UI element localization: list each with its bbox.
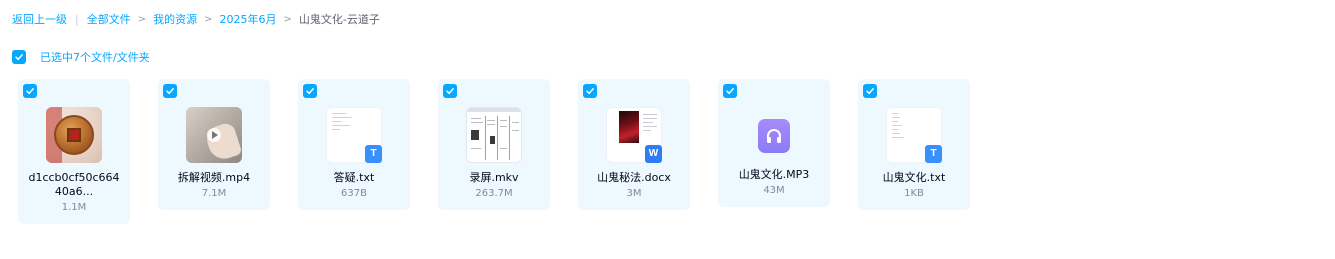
selection-count-label: 已选中7个文件/文件夹: [40, 51, 150, 64]
file-card[interactable]: 录屏.mkv 263.7M: [438, 79, 550, 210]
file-size: 3M: [626, 188, 642, 199]
check-icon: [306, 88, 314, 95]
file-name: 拆解视频.mp4: [177, 171, 251, 184]
check-icon: [15, 54, 23, 61]
file-size: 637B: [341, 188, 367, 199]
breadcrumb-divider: |: [75, 12, 79, 26]
txt-file-icon: T: [365, 145, 382, 163]
headphones-icon: [758, 119, 790, 153]
file-checkbox[interactable]: [163, 84, 177, 98]
breadcrumb-2025-june[interactable]: 2025年6月: [220, 11, 277, 27]
file-card[interactable]: T 山鬼文化.txt 1KB: [858, 79, 970, 210]
check-icon: [446, 88, 454, 95]
file-grid: d1ccb0cf50c664 40a6... 1.1M 拆解视频.mp4 7.1…: [18, 79, 970, 224]
chevron-right-icon: >: [137, 13, 147, 25]
audio-thumbnail: [746, 107, 802, 163]
file-card[interactable]: 山鬼文化.MP3 43M: [718, 79, 830, 207]
file-size: 43M: [763, 185, 785, 196]
file-name: d1ccb0cf50c664 40a6...: [28, 171, 120, 198]
file-card[interactable]: 拆解视频.mp4 7.1M: [158, 79, 270, 210]
file-size: 1.1M: [61, 202, 87, 213]
video-thumbnail: [186, 107, 242, 163]
word-file-icon: W: [645, 145, 662, 163]
file-checkbox[interactable]: [303, 84, 317, 98]
check-icon: [26, 88, 34, 95]
file-checkbox[interactable]: [723, 84, 737, 98]
file-checkbox[interactable]: [583, 84, 597, 98]
video-thumbnail: [466, 107, 522, 163]
breadcrumb-current-folder: 山鬼文化-云道子: [298, 13, 380, 26]
word-file-thumbnail: W: [606, 107, 662, 163]
txt-file-icon: T: [925, 145, 942, 163]
check-icon: [726, 88, 734, 95]
check-icon: [866, 88, 874, 95]
file-checkbox[interactable]: [23, 84, 37, 98]
file-card[interactable]: d1ccb0cf50c664 40a6... 1.1M: [18, 79, 130, 224]
file-name: 山鬼文化.txt: [882, 171, 946, 184]
breadcrumb: 返回上一级 | 全部文件 > 我的资源 > 2025年6月 > 山鬼文化-云道子: [12, 11, 380, 27]
text-file-thumbnail: T: [886, 107, 942, 163]
check-icon: [586, 88, 594, 95]
file-name: 答疑.txt: [333, 171, 375, 184]
file-card[interactable]: T 答疑.txt 637B: [298, 79, 410, 210]
text-file-thumbnail: T: [326, 107, 382, 163]
breadcrumb-my-resources[interactable]: 我的资源: [153, 11, 197, 27]
play-icon: [207, 128, 221, 142]
back-link[interactable]: 返回上一级: [12, 11, 67, 27]
check-icon: [166, 88, 174, 95]
file-size: 263.7M: [475, 188, 513, 199]
file-checkbox[interactable]: [863, 84, 877, 98]
file-name: 山鬼秘法.docx: [597, 171, 671, 184]
file-size: 7.1M: [201, 188, 227, 199]
file-name: 录屏.mkv: [469, 171, 519, 184]
file-name: 山鬼文化.MP3: [738, 168, 810, 181]
file-checkbox[interactable]: [443, 84, 457, 98]
chevron-right-icon: >: [283, 13, 292, 25]
image-thumbnail: [46, 107, 102, 163]
file-size: 1KB: [904, 188, 924, 199]
selection-bar: 已选中7个文件/文件夹: [12, 49, 150, 65]
file-card[interactable]: W 山鬼秘法.docx 3M: [578, 79, 690, 210]
select-all-checkbox[interactable]: [12, 50, 26, 64]
breadcrumb-all-files[interactable]: 全部文件: [87, 11, 131, 27]
chevron-right-icon: >: [204, 13, 213, 25]
